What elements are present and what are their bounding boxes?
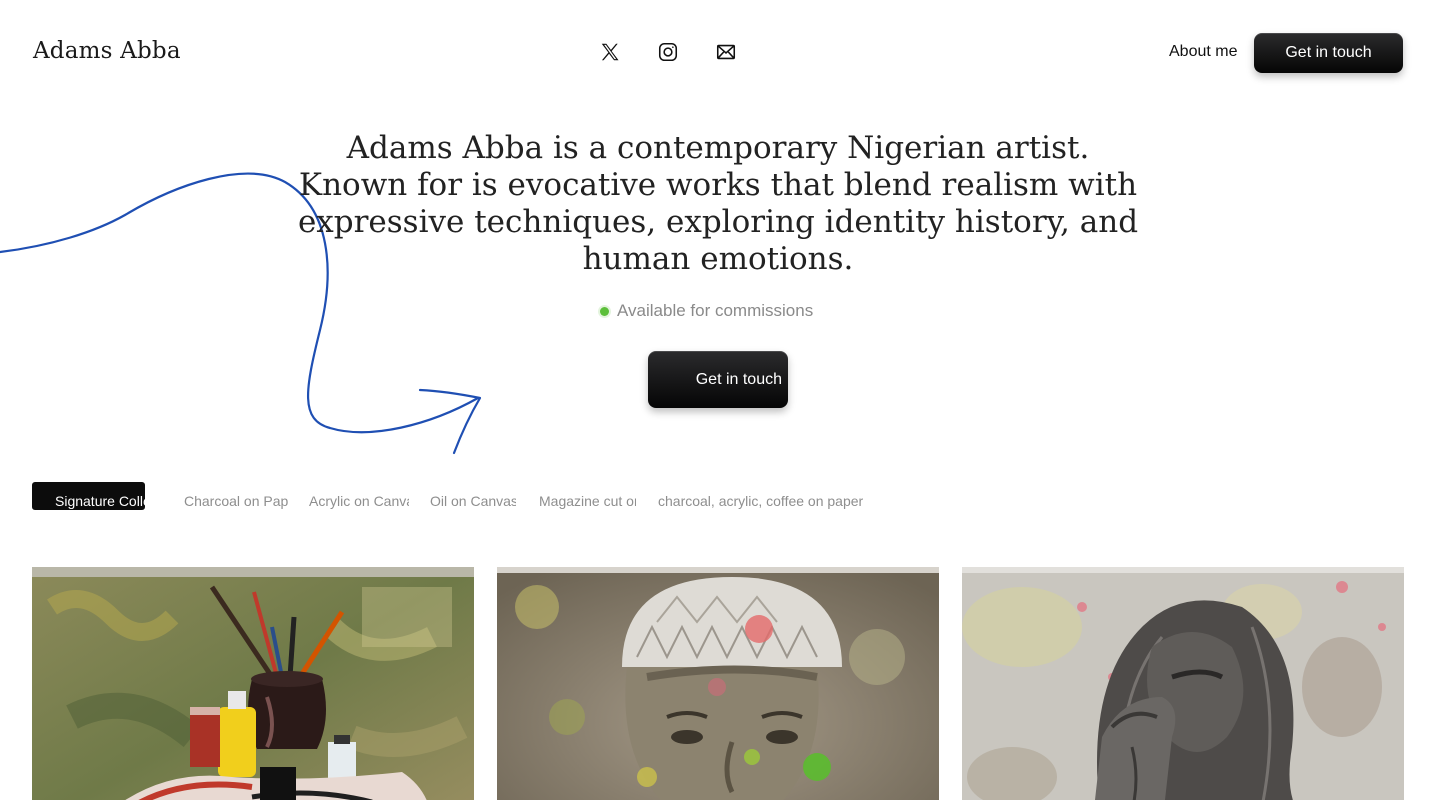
artwork-image: [32, 567, 474, 800]
header-get-in-touch-button[interactable]: Get in touch: [1254, 33, 1403, 73]
availability-label: Available for commissions: [617, 301, 814, 320]
artwork-card-still-life[interactable]: [32, 567, 474, 800]
social-links: [598, 40, 738, 64]
hero-headline: Adams Abba is a contemporary Nigerian ar…: [297, 130, 1139, 277]
availability-status: Available for commissions: [600, 301, 813, 321]
tab-charcoal-acrylic-coffee-on-paper[interactable]: charcoal, acrylic, coffee on paper: [658, 482, 888, 510]
artwork-card-portrait-cap[interactable]: [497, 567, 939, 800]
tab-magazine-cut-on-canvas[interactable]: Magazine cut on canvas: [539, 482, 636, 510]
x-twitter-icon[interactable]: [598, 40, 622, 64]
tab-acrylic-on-canvas[interactable]: Acrylic on Canvas: [309, 482, 409, 510]
tab-charcoal-on-paper[interactable]: Charcoal on Paper: [184, 482, 288, 510]
about-me-link[interactable]: About me: [1169, 43, 1237, 61]
tab-signature-collection[interactable]: Signature Collection: [32, 482, 145, 510]
mail-icon[interactable]: [714, 40, 738, 64]
artwork-image: [962, 567, 1404, 800]
page: Adams Abba About me Get in touch Adams A…: [0, 0, 1436, 800]
tab-oil-on-canvas[interactable]: Oil on Canvas: [430, 482, 516, 510]
brand-logo[interactable]: Adams Abba: [33, 38, 181, 64]
status-dot-icon: [600, 306, 609, 316]
hero-get-in-touch-button[interactable]: Get in touch: [648, 351, 788, 408]
artwork-image: [497, 567, 939, 800]
instagram-icon[interactable]: [656, 40, 680, 64]
artwork-card-charcoal-figure[interactable]: [962, 567, 1404, 800]
